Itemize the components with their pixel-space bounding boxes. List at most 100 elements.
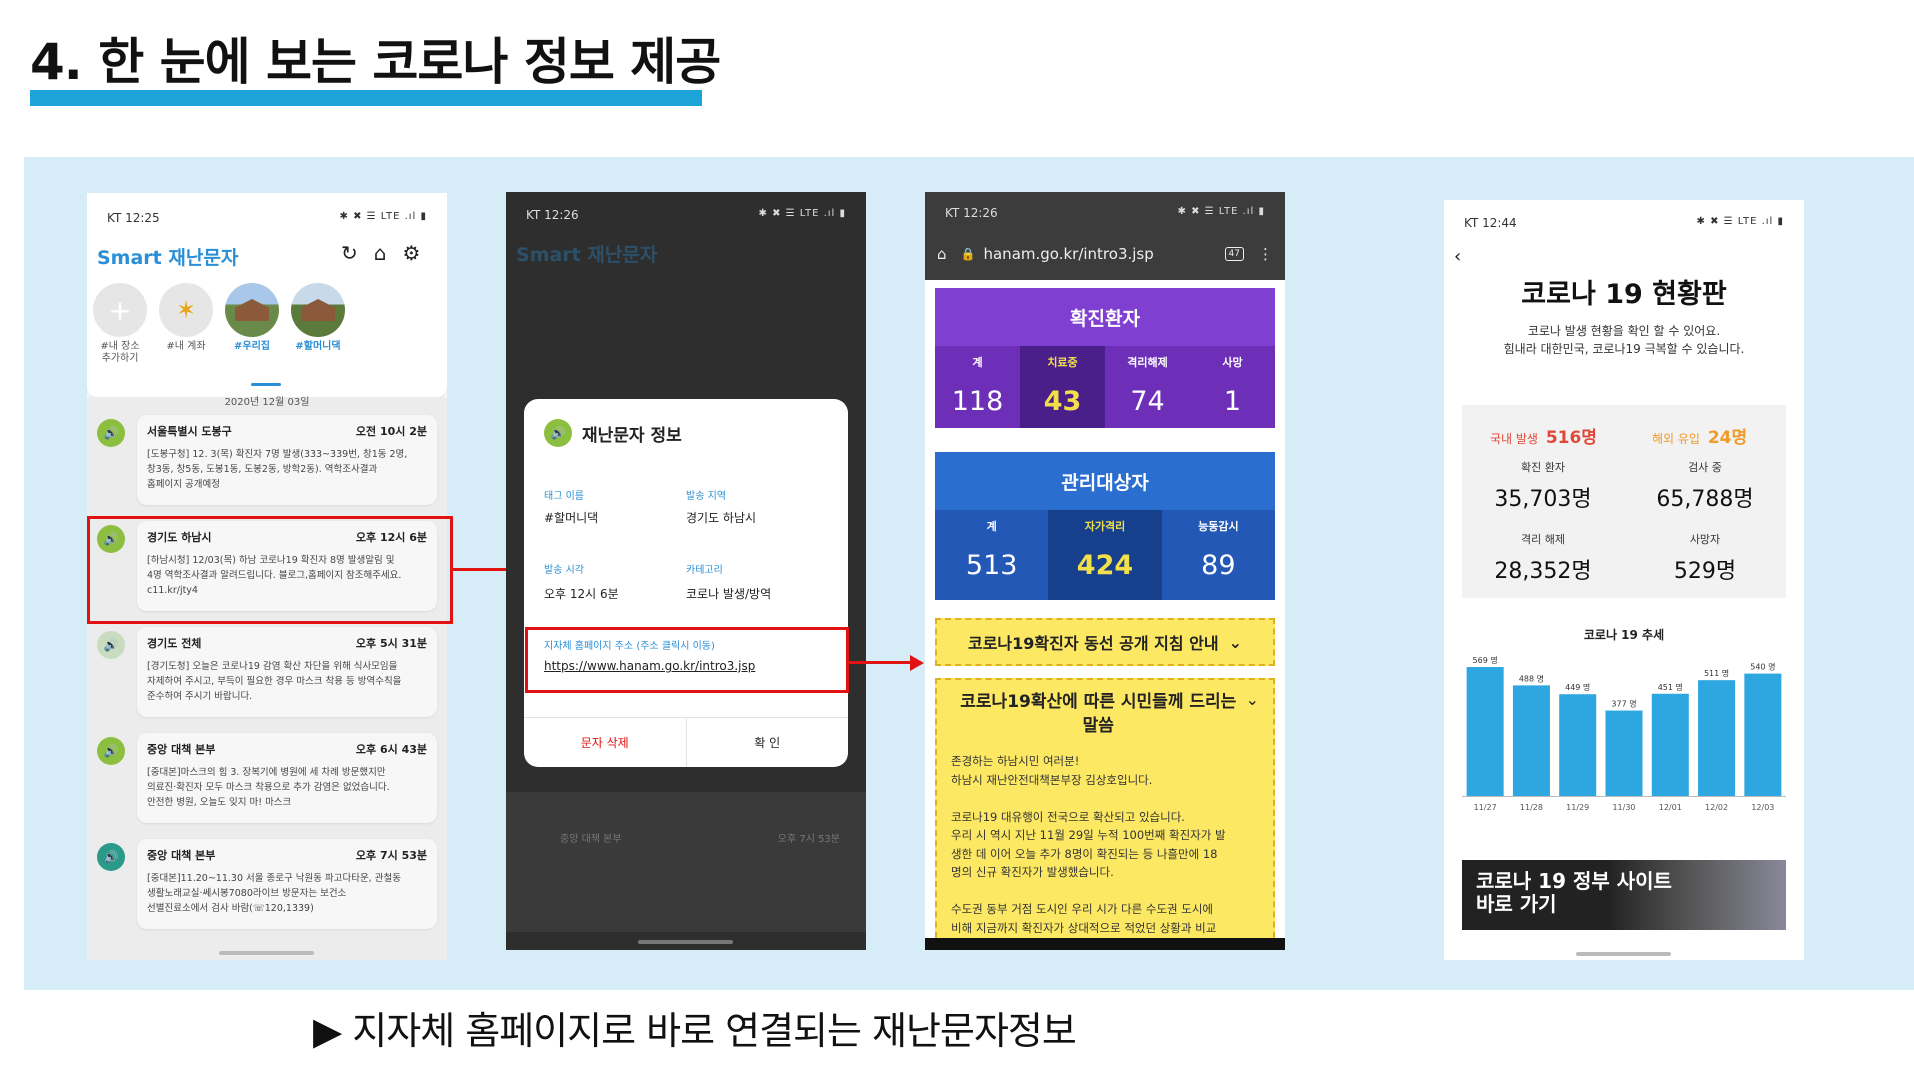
confirmed-title: 확진환자	[935, 288, 1275, 346]
confirmed-col-key: 치료중	[1047, 356, 1078, 369]
more-icon[interactable]: ⋮	[1258, 245, 1273, 263]
status-icons: ✱ ✖ ☰ LTE .ıl ▮	[1696, 216, 1784, 227]
app-title-text: 재난문자	[168, 247, 239, 269]
building-icon[interactable]: ⌂	[374, 241, 387, 265]
location-grandma[interactable]: #할머니댁	[291, 283, 345, 353]
speaker-icon: 🔊	[97, 419, 125, 447]
message-card[interactable]: 서울특별시 도봉구 오전 10시 2분 [도봉구청] 12. 3(목) 확진자 7명…	[137, 415, 437, 505]
managed-col-key: 자가격리	[1084, 520, 1126, 533]
chevron-down-icon: ⌄	[1245, 690, 1259, 709]
message-item[interactable]: 🔊 중앙 대책 본부 오후 7시 53분 [중대본]11.20~11.30 서울 종로…	[87, 835, 447, 933]
arrow-line	[453, 568, 512, 571]
status-time: KT 12:26	[526, 208, 579, 222]
chart-bar	[1605, 710, 1643, 796]
app-title-prefix: Smart	[97, 247, 162, 269]
page-title: 4. 한 눈에 보는 코로나 정보 제공	[30, 33, 721, 91]
app-title: Smart 재난문자	[97, 243, 238, 270]
refresh-icon[interactable]: ↻	[341, 241, 358, 265]
managed-col-value: 513	[965, 550, 1018, 581]
arrow-line	[849, 661, 917, 664]
chart-tick-label: 11/30	[1612, 803, 1635, 812]
dashboard-subtitle: 힘내라 대한민국, 코로나19 극복할 수 있습니다.	[1503, 342, 1745, 356]
chart-bar	[1512, 685, 1550, 796]
notice-mayor-message[interactable]: 코로나19확산에 따른 시민들께 드리는 말씀 ⌄ 존경하는 하남시민 여러분!…	[935, 678, 1275, 950]
confirm-button[interactable]: 확 인	[687, 718, 849, 767]
phone-city-website: KT 12:26 ✱ ✖ ☰ LTE .ıl ▮ ⌂ 🔒 hanam.go.kr…	[925, 192, 1285, 950]
region-value: 경기도 하남시	[686, 511, 757, 525]
confirmed-col-value: 118	[951, 386, 1004, 417]
home-icon[interactable]: ⌂	[937, 245, 947, 263]
chart-title: 코로나 19 추세	[1583, 628, 1665, 642]
message-item[interactable]: 🔊 경기도 전체 오후 5시 31분 [경기도청] 오늘은 코로나19 감염 확산 차…	[87, 623, 447, 721]
speaker-icon: 🔊	[97, 631, 125, 659]
message-item[interactable]: 🔊 중앙 대책 본부 오후 6시 43분 [중대본]마스크의 힘 3. 장복기에 병원…	[87, 729, 447, 827]
chart-tick-label: 12/03	[1751, 803, 1774, 812]
confirmed-col-key: 격리해제	[1127, 356, 1168, 369]
browser-bar: KT 12:26 ✱ ✖ ☰ LTE .ıl ▮ ⌂ 🔒 hanam.go.kr…	[925, 192, 1285, 280]
chart-data-label: 451 명	[1658, 682, 1683, 692]
message-body: [경기도청] 오늘은 코로나19 감염 확산 차단을 위해 식사모임을 자제하여…	[147, 661, 402, 702]
message-list: 2020년 12월 03일 🔊 서울특별시 도봉구 오전 10시 2분 [도봉구청] …	[87, 397, 447, 960]
tag-value: #할머니댁	[544, 511, 599, 525]
dimmed-sender: 중앙 대책 본부	[560, 834, 622, 845]
location-account[interactable]: ✶ #내 계좌	[159, 283, 213, 353]
status-icons: ✱ ✖ ☰ LTE .ıl ▮	[758, 208, 846, 219]
message-card[interactable]: 중앙 대책 본부 오후 6시 43분 [중대본]마스크의 힘 3. 장복기에 병원에…	[137, 733, 437, 823]
location-label: #내 계좌	[166, 341, 206, 352]
gear-icon[interactable]: ⚙	[402, 241, 420, 265]
house-photo	[225, 283, 279, 337]
message-card[interactable]: 경기도 전체 오후 5시 31분 [경기도청] 오늘은 코로나19 감염 확산 차단…	[137, 627, 437, 717]
stat-value: 28,352명	[1494, 559, 1592, 584]
phone-covid-dashboard: KT 12:44 ✱ ✖ ☰ LTE .ıl ▮ ‹ 코로나 19 현황판 코로…	[1444, 200, 1804, 960]
confirmed-col-key: 계	[972, 356, 983, 369]
chart-tick-label: 11/28	[1520, 803, 1543, 812]
message-time: 오후 7시 53분	[355, 849, 427, 862]
stat-label: 사망자	[1689, 533, 1721, 546]
message-item[interactable]: 🔊 서울특별시 도봉구 오전 10시 2분 [도봉구청] 12. 3(목) 확진자 7…	[87, 411, 447, 509]
message-body: [중대본]마스크의 힘 3. 장복기에 병원에 세 차례 방문했지만 의료진·확…	[147, 767, 390, 808]
region-label: 발송 지역	[686, 491, 726, 502]
managed-col-key: 능동감시	[1198, 520, 1239, 533]
tab-count[interactable]: 47	[1224, 247, 1244, 261]
stat-label: 확진 환자	[1521, 461, 1565, 474]
status-time: KT 12:44	[1464, 216, 1517, 230]
date-divider: 2020년 12월 03일	[224, 397, 310, 408]
location-home[interactable]: #우리집	[225, 283, 279, 353]
plus-icon: +	[93, 283, 147, 337]
url-text[interactable]: hanam.go.kr/intro3.jsp	[983, 245, 1224, 263]
dimmed-time: 오후 7시 53분	[777, 834, 840, 845]
home-handle	[638, 940, 733, 944]
chart-bar	[1651, 693, 1689, 796]
dashboard-subtitle: 코로나 발생 현황을 확인 할 수 있어요.	[1527, 324, 1721, 338]
delete-button[interactable]: 문자 삭제	[524, 718, 687, 767]
chart-bar	[1466, 667, 1504, 796]
chart-data-label: 377 명	[1611, 699, 1636, 709]
location-add[interactable]: + #내 장소 추가하기	[93, 283, 147, 365]
highlight-box	[525, 627, 849, 693]
message-body: [중대본]11.20~11.30 서울 종로구 낙원동 파고다타운, 관철동 생…	[147, 873, 401, 914]
title-underline	[30, 90, 702, 106]
message-time: 오후 5시 31분	[355, 637, 427, 650]
message-time: 오후 6시 43분	[355, 743, 427, 756]
message-card[interactable]: 중앙 대책 본부 오후 7시 53분 [중대본]11.20~11.30 서울 종로구…	[137, 839, 437, 929]
stat-value: 529명	[1673, 559, 1737, 584]
gov-site-banner[interactable]: 코로나 19 정부 사이트 바로 가기	[1462, 860, 1786, 930]
confirmed-col-value: 74	[1130, 386, 1165, 417]
chart-bar	[1559, 694, 1597, 796]
message-time: 오전 10시 2분	[355, 425, 427, 438]
managed-col-value: 89	[1201, 550, 1236, 581]
lock-icon: 🔒	[960, 247, 976, 261]
managed-title: 관리대상자	[935, 452, 1275, 510]
message-sender: 경기도 전체	[147, 637, 202, 650]
chart-data-label: 569 명	[1473, 655, 1498, 665]
speaker-icon: 🔊	[97, 843, 125, 871]
back-icon[interactable]: ‹	[1454, 246, 1461, 267]
stat-value: 65,788명	[1656, 487, 1754, 512]
chart-tick-label: 12/02	[1705, 803, 1728, 812]
confirmed-col-value: 1	[1223, 386, 1242, 417]
notice-route-guideline[interactable]: 코로나19확진자 동선 공개 지침 안내 ⌄	[935, 618, 1275, 666]
overseas-label: 해외 유입	[1652, 432, 1700, 446]
chart-bar	[1744, 673, 1782, 796]
phone-alert-detail: KT 12:26 ✱ ✖ ☰ LTE .ıl ▮ Smart 재난문자 중앙 대…	[506, 192, 866, 950]
managed-col-value: 424	[1076, 550, 1134, 581]
